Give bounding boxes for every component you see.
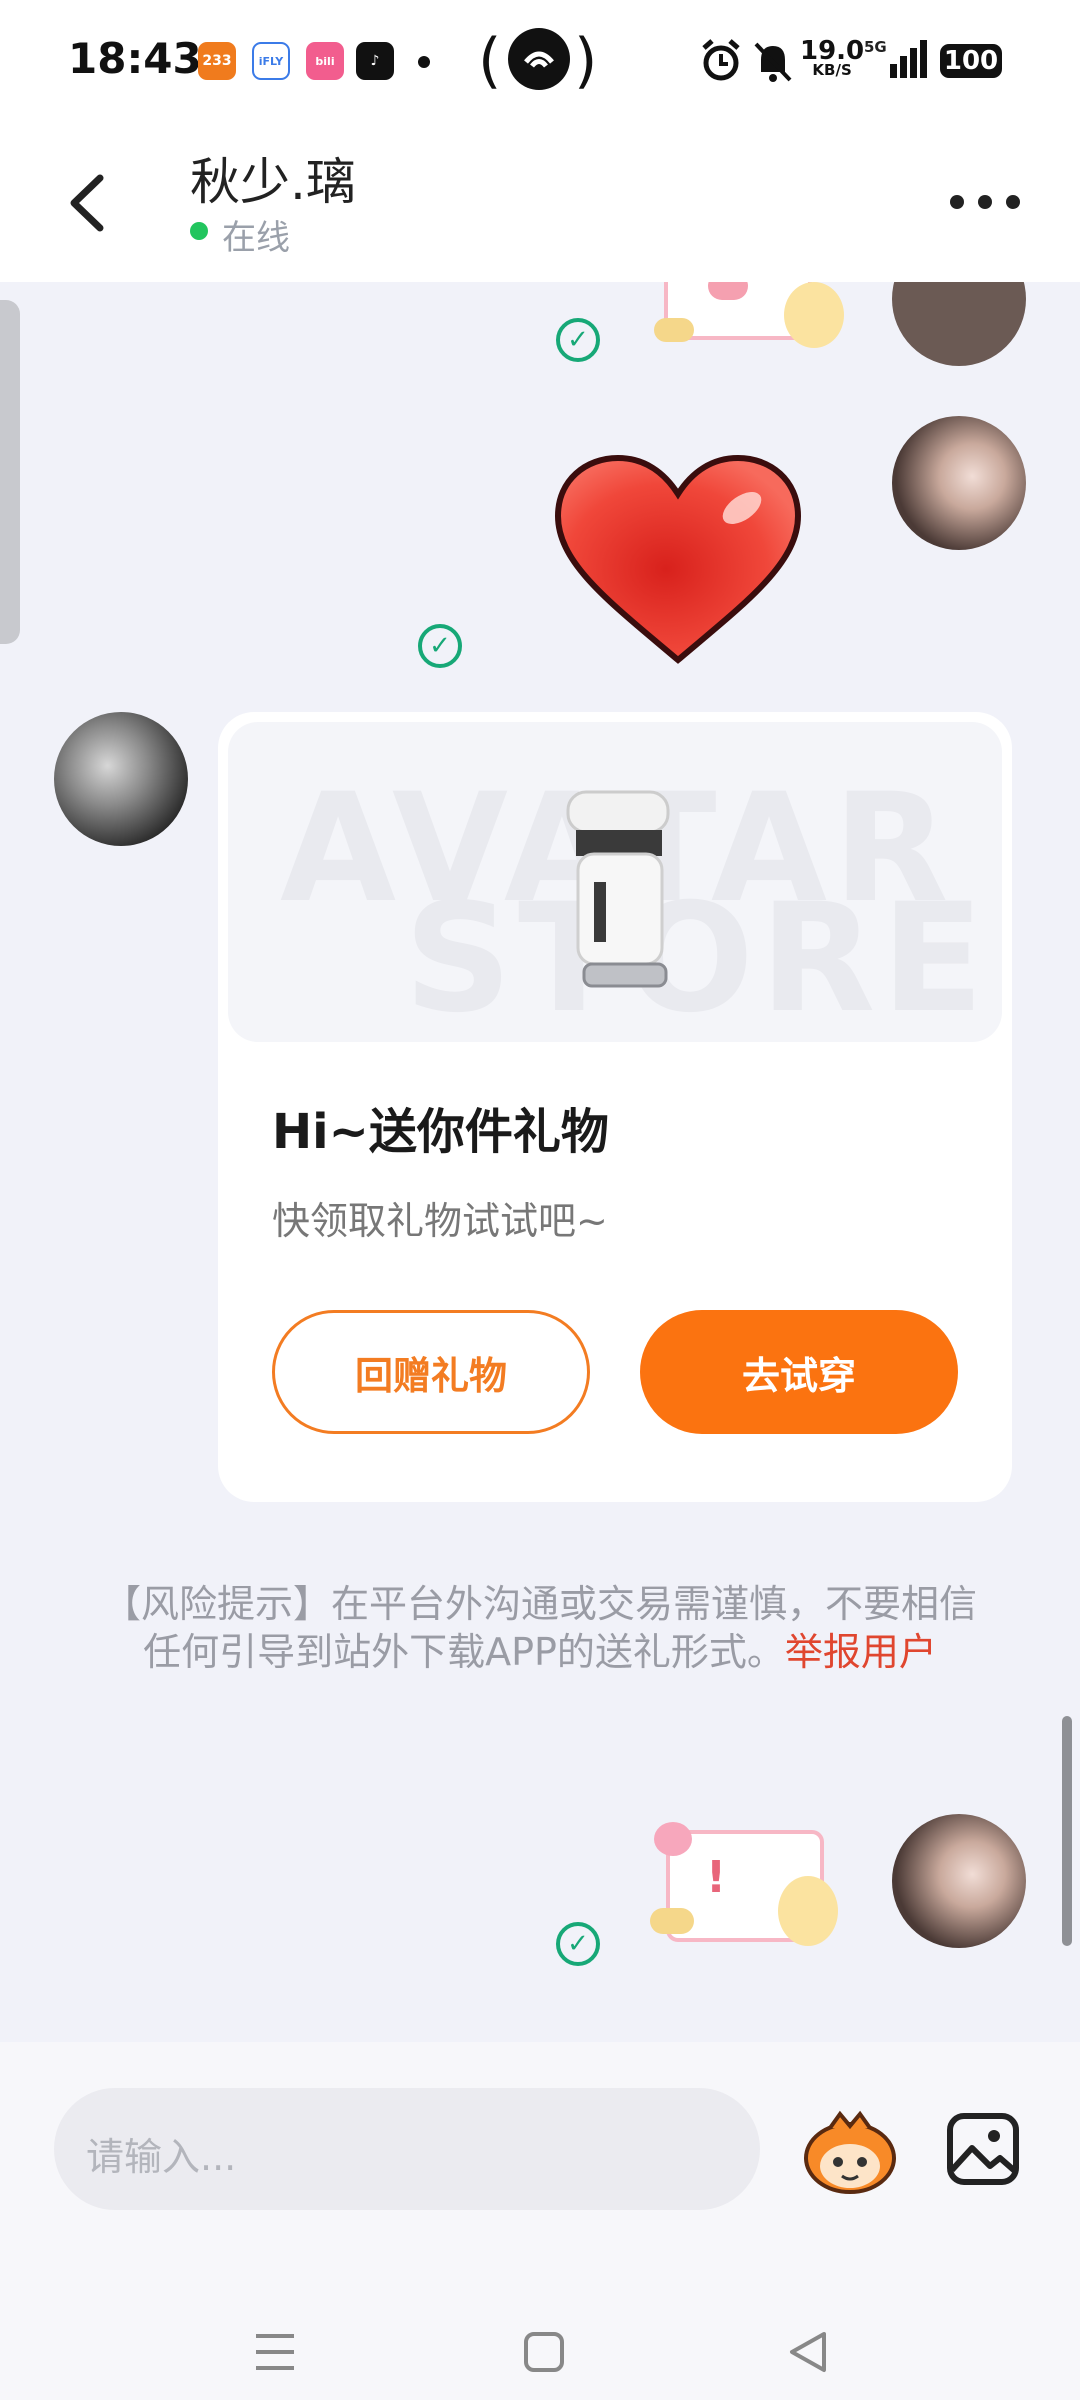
watermark-text: STORE: [404, 872, 990, 1042]
app-233-icon: 233: [198, 42, 236, 80]
read-check-icon: ✓: [556, 318, 600, 362]
mute-icon: [752, 38, 794, 88]
hotspot-indicator: ( ): [478, 26, 598, 96]
exclamation-icon: !: [706, 1852, 727, 1903]
my-avatar[interactable]: [892, 1814, 1026, 1948]
duck-sticker-icon: [654, 318, 694, 342]
my-avatar[interactable]: [892, 282, 1026, 366]
mascot-emoji-icon: [804, 2110, 896, 2194]
home-icon[interactable]: [522, 2330, 566, 2374]
emoji-mascot-button[interactable]: [800, 2106, 900, 2200]
gift-title: Hi~送你件礼物: [272, 1104, 609, 1160]
risk-notice: 【风险提示】在平台外沟通或交易需谨慎，不要相信任何引导到站外下载APP的送礼形式…: [100, 1580, 980, 1676]
battery-indicator: 100: [940, 44, 1002, 78]
image-icon: [947, 2113, 1019, 2185]
sticker-message[interactable]: !: [650, 1822, 854, 1952]
bilibili-icon: bili: [306, 42, 344, 80]
hotspot-icon: [508, 28, 570, 90]
my-avatar[interactable]: [892, 416, 1026, 550]
system-nav-bar: [0, 2302, 1080, 2400]
online-status-text: 在线: [222, 218, 290, 258]
more-options-button[interactable]: [950, 190, 1020, 214]
anime-girl-sticker-icon: [784, 282, 844, 348]
contact-name[interactable]: 秋少.璃: [190, 142, 356, 214]
heart-sticker-message[interactable]: [552, 454, 804, 672]
chat-scrollbar[interactable]: [1062, 1716, 1072, 1946]
red-heart-icon: [554, 454, 802, 664]
chat-header: 秋少.璃 在线: [0, 120, 1080, 282]
chevron-left-icon: [70, 174, 104, 232]
input-bar: 请输入...: [0, 2042, 1080, 2400]
ifly-icon: iFLY: [252, 42, 290, 80]
duck-sticker-icon: [650, 1908, 694, 1934]
anime-girl-sticker-icon: [778, 1876, 838, 1946]
try-on-button[interactable]: 去试穿: [640, 1310, 958, 1434]
read-check-icon: ✓: [418, 624, 462, 668]
report-user-link[interactable]: 举报用户: [785, 1630, 937, 1674]
signal-icon: [878, 38, 930, 84]
message-input-placeholder: 请输入...: [86, 2135, 237, 2179]
back-button[interactable]: [60, 168, 120, 238]
gift-subtitle: 快领取礼物试试吧~: [272, 1199, 608, 1243]
return-gift-button[interactable]: 回赠礼物: [272, 1310, 590, 1434]
net-speed: 19.0 KB/S: [800, 36, 865, 79]
read-check-icon: ✓: [556, 1922, 600, 1966]
status-time: 18:43: [68, 34, 202, 83]
contact-avatar[interactable]: [54, 712, 188, 846]
message-input[interactable]: 请输入...: [54, 2088, 760, 2210]
heart-sticker-icon: [654, 1822, 692, 1856]
alarm-icon: [700, 38, 742, 88]
menu-icon[interactable]: [252, 2330, 298, 2374]
status-bar: 18:43 233 iFLY bili ♪ ( ) 19.0 KB/S 5G 1…: [0, 0, 1080, 120]
gift-image: AVATAR STORE: [228, 722, 1002, 1042]
sticker-message[interactable]: [654, 282, 854, 352]
online-status-dot-icon: [190, 222, 208, 240]
back-triangle-icon[interactable]: [786, 2330, 830, 2374]
notification-dot-icon: [418, 56, 430, 68]
gift-card-message[interactable]: AVATAR STORE Hi~送你件礼物 快领取礼物试试吧~ 回赠礼物 去试穿: [218, 712, 1012, 1502]
image-picker-button[interactable]: [946, 2112, 1020, 2190]
chat-message-list[interactable]: ✓ ✓ AVATAR STORE Hi~送你件礼物 快领取礼物试试吧~ 回赠礼物…: [0, 282, 1080, 2042]
boot-item-icon: [566, 790, 670, 988]
tiktok-icon: ♪: [356, 42, 394, 80]
